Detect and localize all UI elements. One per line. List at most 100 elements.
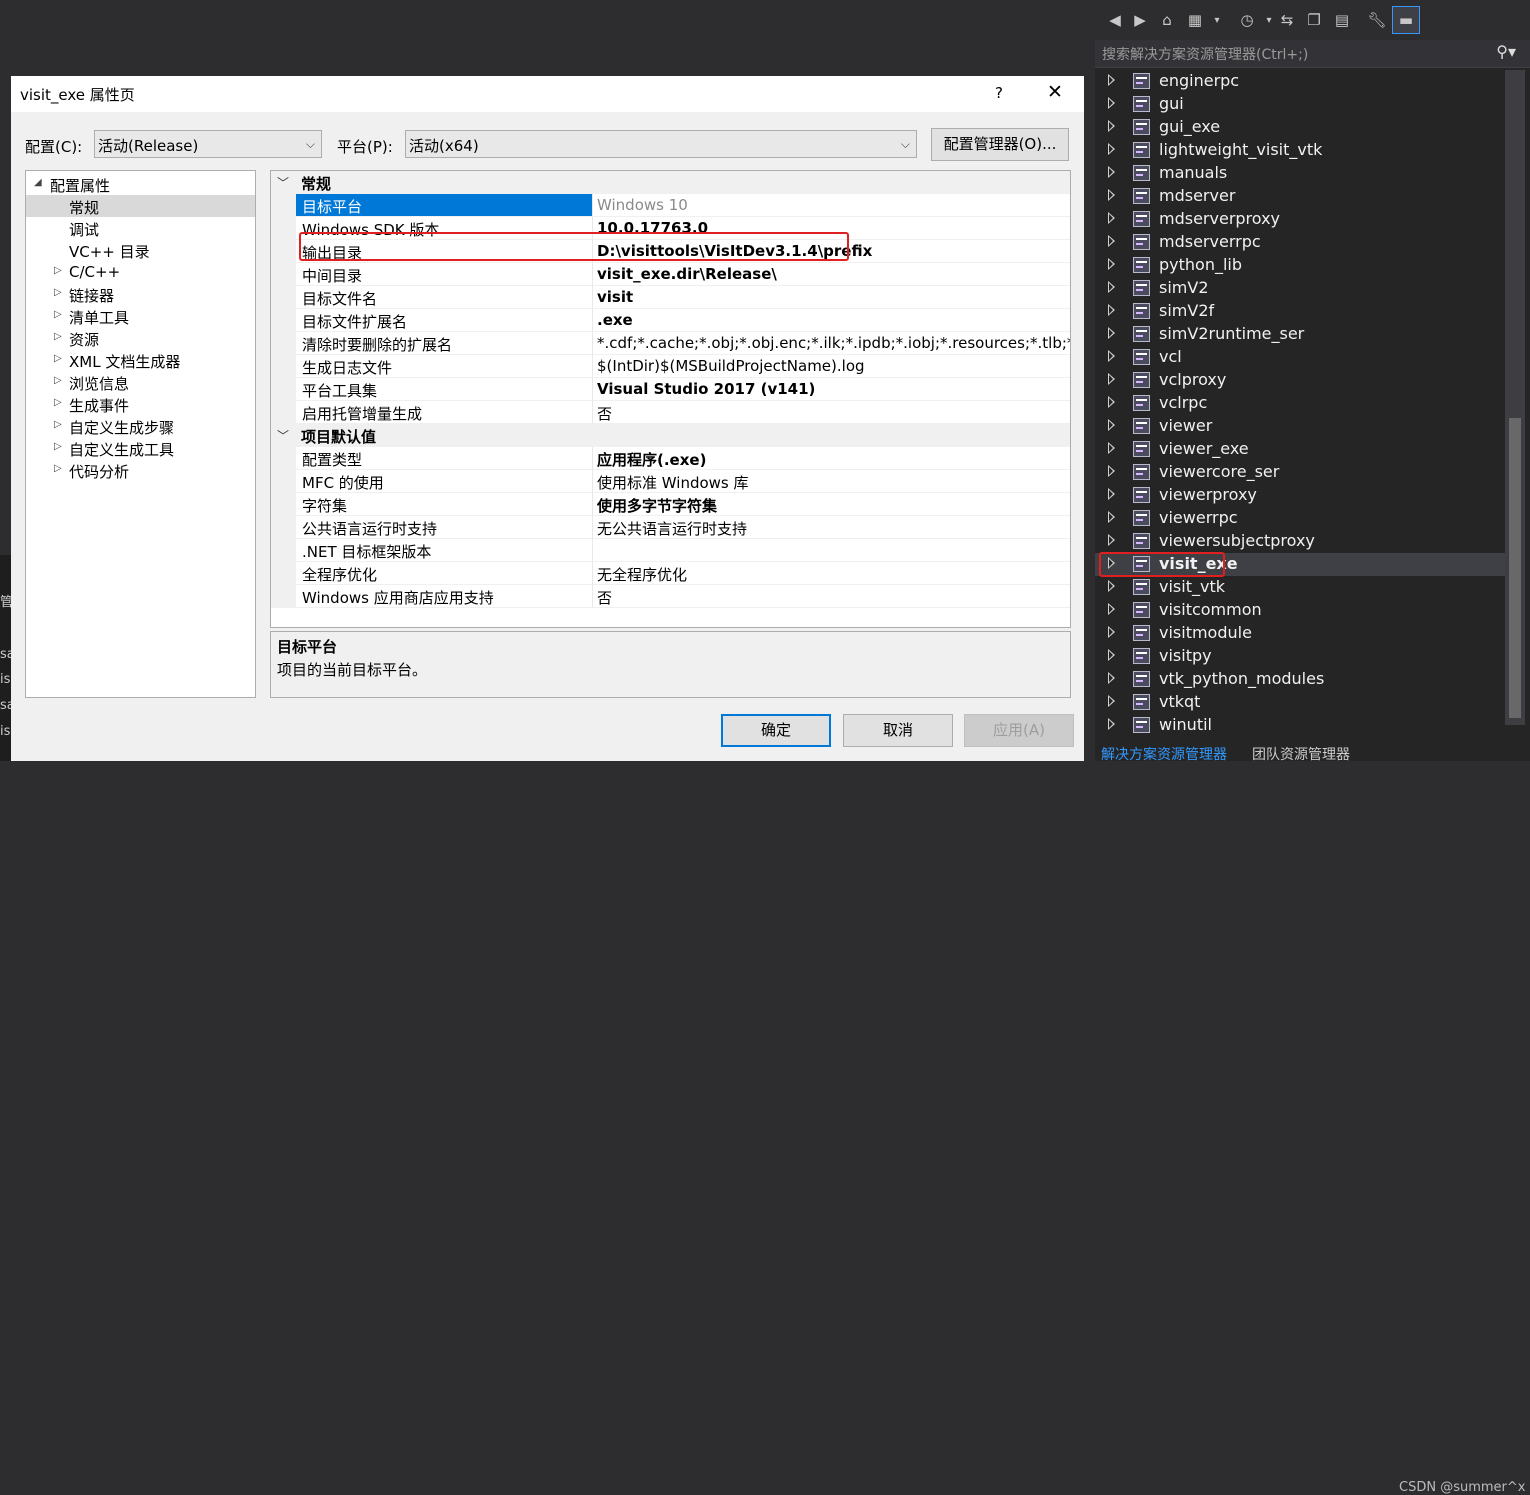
property-value-cell[interactable]: 无全程序优化 xyxy=(593,562,1070,585)
expand-arrow-icon[interactable]: ▷ xyxy=(54,331,62,342)
property-row[interactable]: Windows 应用商店应用支持 否 xyxy=(271,585,1070,608)
property-value-cell[interactable]: 否 xyxy=(593,585,1070,608)
project-item[interactable]: mdserver xyxy=(1095,185,1505,208)
project-item[interactable]: vtkqt xyxy=(1095,691,1505,714)
expand-arrow-icon[interactable] xyxy=(1108,304,1115,316)
property-row[interactable]: 平台工具集 Visual Studio 2017 (v141) xyxy=(271,378,1070,401)
property-value-cell[interactable]: Windows 10 xyxy=(593,194,1070,217)
property-name-cell[interactable]: 启用托管增量生成 xyxy=(296,401,593,424)
property-name-cell[interactable]: 字符集 xyxy=(296,493,593,516)
property-row[interactable]: 启用托管增量生成 否 xyxy=(271,401,1070,424)
expand-arrow-icon[interactable] xyxy=(1108,350,1115,362)
expand-arrow-icon[interactable] xyxy=(1108,281,1115,293)
property-row[interactable]: 目标文件扩展名 .exe xyxy=(271,309,1070,332)
expand-arrow-icon[interactable] xyxy=(1108,580,1115,592)
project-item[interactable]: gui xyxy=(1095,93,1505,116)
tree-item[interactable]: 调试 xyxy=(26,217,255,239)
property-name-cell[interactable]: .NET 目标框架版本 xyxy=(296,539,593,562)
project-item[interactable]: vcl xyxy=(1095,346,1505,369)
expand-arrow-icon[interactable] xyxy=(1108,649,1115,661)
expand-arrow-icon[interactable] xyxy=(1108,626,1115,638)
expand-arrow-icon[interactable]: ▷ xyxy=(54,375,62,386)
expand-arrow-icon[interactable] xyxy=(1108,603,1115,615)
expand-arrow-icon[interactable] xyxy=(1108,488,1115,500)
project-item[interactable]: gui_exe xyxy=(1095,116,1505,139)
property-category[interactable]: ﹀ 常规 xyxy=(271,171,1070,194)
project-item[interactable]: mdserverproxy xyxy=(1095,208,1505,231)
config-manager-button[interactable]: 配置管理器(O)... xyxy=(931,128,1069,161)
explorer-scroll-thumb[interactable] xyxy=(1509,418,1521,718)
expand-arrow-icon[interactable]: ▷ xyxy=(54,309,62,320)
tree-item[interactable]: ▷ C/C++ xyxy=(26,261,255,283)
property-name-cell[interactable]: 公共语言运行时支持 xyxy=(296,516,593,539)
expand-arrow-icon[interactable] xyxy=(1108,97,1115,109)
tree-item[interactable]: ▷ 代码分析 xyxy=(26,459,255,481)
property-name-cell[interactable]: Windows 应用商店应用支持 xyxy=(296,585,593,608)
project-item[interactable]: visit_vtk xyxy=(1095,576,1505,599)
expand-arrow-icon[interactable]: ▷ xyxy=(54,397,62,408)
tree-item[interactable]: ▷ 链接器 xyxy=(26,283,255,305)
platform-select[interactable]: 活动(x64) ⌵ xyxy=(405,130,917,158)
project-item[interactable]: visitcommon xyxy=(1095,599,1505,622)
expand-arrow-icon[interactable] xyxy=(1108,672,1115,684)
project-item[interactable]: enginerpc xyxy=(1095,70,1505,93)
show-all-files-icon[interactable]: ▤ xyxy=(1330,8,1354,32)
tab-solution-explorer[interactable]: 解决方案资源管理器 xyxy=(1101,744,1227,764)
project-item[interactable]: lightweight_visit_vtk xyxy=(1095,139,1505,162)
tree-item[interactable]: ▷ 资源 xyxy=(26,327,255,349)
project-item[interactable]: vtk_python_modules xyxy=(1095,668,1505,691)
tree-item[interactable]: ▷ 自定义生成步骤 xyxy=(26,415,255,437)
expand-arrow-icon[interactable]: ▷ xyxy=(54,441,62,452)
project-item[interactable]: viewer xyxy=(1095,415,1505,438)
property-category[interactable]: ﹀ 项目默认值 xyxy=(271,424,1070,447)
forward-icon[interactable]: ▶ xyxy=(1128,8,1152,32)
property-value-cell[interactable] xyxy=(593,539,1070,562)
project-item[interactable]: viewercore_ser xyxy=(1095,461,1505,484)
expand-arrow-icon[interactable] xyxy=(1108,511,1115,523)
property-row[interactable]: 字符集 使用多字节字符集 xyxy=(271,493,1070,516)
expand-arrow-icon[interactable] xyxy=(1108,695,1115,707)
config-select[interactable]: 活动(Release) ⌵ xyxy=(94,130,322,158)
close-icon[interactable]: ✕ xyxy=(1047,81,1063,103)
expand-arrow-icon[interactable] xyxy=(1108,718,1115,730)
expand-arrow-icon[interactable] xyxy=(1108,373,1115,385)
property-value-cell[interactable]: 无公共语言运行时支持 xyxy=(593,516,1070,539)
property-name-cell[interactable]: 生成日志文件 xyxy=(296,355,593,378)
collapse-all-icon[interactable]: ❐ xyxy=(1302,8,1326,32)
tree-item[interactable]: VC++ 目录 xyxy=(26,239,255,261)
project-item[interactable]: viewerproxy xyxy=(1095,484,1505,507)
project-item[interactable]: simV2runtime_ser xyxy=(1095,323,1505,346)
tab-team-explorer[interactable]: 团队资源管理器 xyxy=(1252,744,1350,764)
sync-icon[interactable]: ⇆ xyxy=(1275,8,1299,32)
project-item[interactable]: visitpy xyxy=(1095,645,1505,668)
help-button[interactable]: ? xyxy=(995,84,1003,102)
property-row[interactable]: 清除时要删除的扩展名 *.cdf;*.cache;*.obj;*.obj.enc;… xyxy=(271,332,1070,355)
tree-item[interactable]: ▷ 生成事件 xyxy=(26,393,255,415)
expand-arrow-icon[interactable] xyxy=(1108,120,1115,132)
expand-arrow-icon[interactable] xyxy=(1108,465,1115,477)
solution-search-box[interactable]: 搜索解决方案资源管理器(Ctrl+;) ⚲▾ xyxy=(1095,40,1530,68)
preview-icon[interactable]: ▬ xyxy=(1392,6,1420,34)
property-row[interactable]: 公共语言运行时支持 无公共语言运行时支持 xyxy=(271,516,1070,539)
expand-arrow-icon[interactable] xyxy=(1108,327,1115,339)
project-item[interactable]: simV2 xyxy=(1095,277,1505,300)
tree-item[interactable]: ▷ 清单工具 xyxy=(26,305,255,327)
property-value-cell[interactable]: $(IntDir)$(MSBuildProjectName).log xyxy=(593,355,1070,378)
chevron-down-icon[interactable]: ﹀ xyxy=(277,427,289,444)
tree-item[interactable]: 常规 xyxy=(26,195,255,217)
property-name-cell[interactable]: MFC 的使用 xyxy=(296,470,593,493)
property-row[interactable]: 配置类型 应用程序(.exe) xyxy=(271,447,1070,470)
properties-wrench-icon[interactable]: 🔧︎ xyxy=(1365,8,1389,32)
property-row[interactable]: 目标平台 Windows 10 xyxy=(271,194,1070,217)
expand-arrow-icon[interactable] xyxy=(1108,212,1115,224)
project-item[interactable]: python_lib xyxy=(1095,254,1505,277)
back-icon[interactable]: ◀ xyxy=(1103,8,1127,32)
property-name-cell[interactable]: 目标文件名 xyxy=(296,286,593,309)
property-value-cell[interactable]: Visual Studio 2017 (v141) xyxy=(593,378,1070,401)
tree-item[interactable]: ▷ XML 文档生成器 xyxy=(26,349,255,371)
cancel-button[interactable]: 取消 xyxy=(843,714,953,747)
project-item[interactable]: mdserverrpc xyxy=(1095,231,1505,254)
project-item[interactable]: simV2f xyxy=(1095,300,1505,323)
property-value-cell[interactable]: 应用程序(.exe) xyxy=(593,447,1070,470)
property-row[interactable]: 中间目录 visit_exe.dir\Release\ xyxy=(271,263,1070,286)
